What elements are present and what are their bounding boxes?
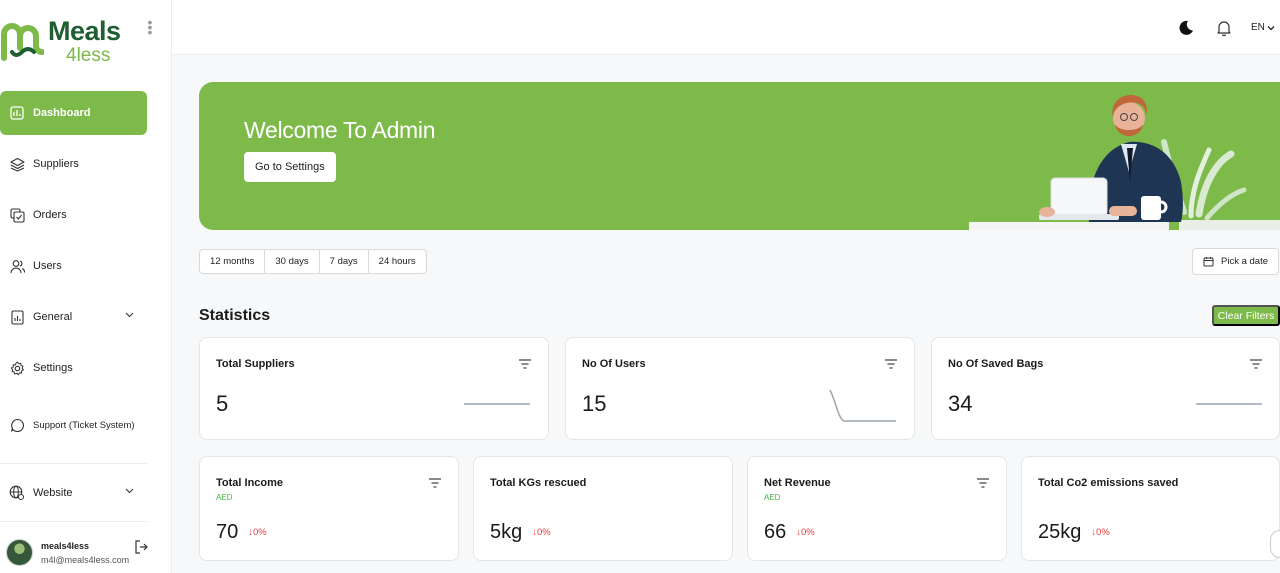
time-range-filter: 12 months 30 days 7 days 24 hours [199, 249, 427, 274]
dark-mode-moon-icon[interactable] [1177, 19, 1195, 37]
brand-logo[interactable]: Meals 4less [0, 14, 140, 66]
sparkline [464, 403, 530, 405]
sparkline [829, 389, 896, 422]
logout-icon[interactable] [133, 539, 149, 555]
chat-icon [9, 417, 25, 433]
filter-icon[interactable] [884, 358, 898, 370]
card-value: 25kg ↓0% [1038, 521, 1110, 544]
delta-badge: ↓0% [248, 527, 267, 538]
avatar[interactable] [6, 539, 33, 566]
card-title: No Of Users [582, 358, 646, 370]
card-title: Total Suppliers [216, 358, 295, 370]
sidebar-item-label: Dashboard [33, 107, 91, 119]
language-selector[interactable]: EN [1251, 22, 1275, 33]
kebab-menu-icon[interactable]: • • • [146, 15, 154, 39]
chevron-down-icon [125, 488, 134, 494]
card-title: Total Income [216, 477, 284, 489]
sidebar-item-dashboard[interactable]: Dashboard [0, 91, 147, 135]
filter-icon[interactable] [428, 477, 442, 489]
dashboard-icon [9, 105, 25, 121]
sidebar-item-suppliers[interactable]: Suppliers [0, 142, 147, 186]
card-value: 34 [948, 391, 973, 416]
user-email: m4l@meals4less.com [41, 555, 130, 565]
go-to-settings-button[interactable]: Go to Settings [244, 152, 336, 182]
stat-card-total-suppliers: Total Suppliers 5 [199, 337, 549, 440]
logo-mark-icon [0, 23, 44, 61]
range-7-days-button[interactable]: 7 days [320, 250, 369, 273]
card-title: No Of Saved Bags [948, 358, 1044, 370]
divider [0, 521, 147, 522]
sidebar-item-label: General [33, 311, 73, 323]
gear-icon [9, 360, 25, 376]
sidebar-item-website[interactable]: Website [0, 471, 147, 515]
calendar-icon [1203, 257, 1214, 267]
chevron-down-icon [125, 312, 134, 318]
sidebar-item-label: Suppliers [33, 158, 79, 170]
sidebar-item-settings[interactable]: Settings [0, 346, 147, 390]
banner-title: Welcome To Admin [244, 117, 436, 143]
delta-badge: ↓0% [532, 527, 551, 538]
card-value: 15 [582, 391, 607, 416]
sidebar-item-label: Settings [33, 362, 73, 374]
range-24-hours-button[interactable]: 24 hours [369, 250, 426, 273]
pick-date-label: Pick a date [1221, 256, 1268, 267]
admin-illustration [969, 94, 1280, 230]
sidebar: Meals 4less • • • Dashboard Suppliers Orde… [0, 0, 172, 573]
delta-badge: ↓0% [1091, 527, 1110, 538]
sidebar-item-label: Orders [33, 209, 67, 221]
sidebar-item-users[interactable]: Users [0, 244, 147, 288]
value-number: 25kg [1038, 521, 1082, 543]
range-30-days-button[interactable]: 30 days [265, 250, 320, 273]
card-title: Net Revenue [764, 477, 831, 489]
delta-badge: ↓0% [796, 527, 815, 538]
report-icon [9, 309, 25, 325]
value-number: 5kg [490, 521, 523, 543]
sparkline [1196, 403, 1262, 405]
stat-card-co2-saved: Total Co2 emissions saved 25kg ↓0% [1021, 456, 1280, 561]
chevron-down-icon [1267, 25, 1275, 30]
bell-icon[interactable] [1215, 19, 1233, 37]
pick-date-button[interactable]: Pick a date [1192, 248, 1279, 275]
card-value: 5kg ↓0% [490, 521, 551, 544]
sidebar-item-general[interactable]: General [0, 295, 147, 339]
card-title: Total KGs rescued [490, 477, 587, 489]
brand-name: Meals [48, 16, 121, 46]
welcome-banner: Welcome To Admin Go to Settings [199, 82, 1280, 230]
divider [0, 463, 147, 464]
top-bar: EN [172, 0, 1280, 55]
range-12-months-button[interactable]: 12 months [200, 250, 266, 273]
sidebar-item-label: Support (Ticket System) [33, 419, 135, 431]
filter-icon[interactable] [976, 477, 990, 489]
users-icon [9, 258, 25, 274]
floating-scroll-button[interactable] [1270, 530, 1280, 558]
orders-icon [9, 207, 25, 223]
globe-icon [9, 485, 25, 501]
language-label: EN [1251, 22, 1265, 33]
card-title: Total Co2 emissions saved [1038, 477, 1179, 489]
card-value: 5 [216, 391, 229, 416]
brand-subname: 4less [66, 45, 111, 66]
value-number: 66 [764, 521, 787, 543]
sidebar-item-support[interactable]: Support (Ticket System) [0, 403, 147, 447]
stat-card-users: No Of Users 15 [565, 337, 915, 440]
user-profile: meals4less m4l@meals4less.com [6, 537, 166, 569]
sidebar-item-label: Users [33, 260, 62, 272]
currency-label: AED [216, 493, 233, 502]
user-name: meals4less [41, 541, 90, 551]
filter-icon[interactable] [1249, 358, 1263, 370]
sidebar-item-orders[interactable]: Orders [0, 193, 147, 237]
currency-label: AED [764, 493, 781, 502]
value-number: 70 [216, 521, 239, 543]
statistics-title: Statistics [199, 307, 271, 324]
layers-icon [9, 156, 25, 172]
clear-filters-button[interactable]: Clear Filters [1212, 305, 1280, 326]
stat-card-kgs-rescued: Total KGs rescued 5kg ↓0% [473, 456, 733, 561]
filter-icon[interactable] [518, 358, 532, 370]
sidebar-item-label: Website [33, 487, 73, 499]
card-value: 66 ↓0% [764, 521, 815, 544]
card-value: 70 ↓0% [216, 521, 267, 544]
stat-card-net-revenue: Net Revenue AED 66 ↓0% [747, 456, 1007, 561]
stat-card-saved-bags: No Of Saved Bags 34 [931, 337, 1280, 440]
stat-card-total-income: Total Income AED 70 ↓0% [199, 456, 459, 561]
